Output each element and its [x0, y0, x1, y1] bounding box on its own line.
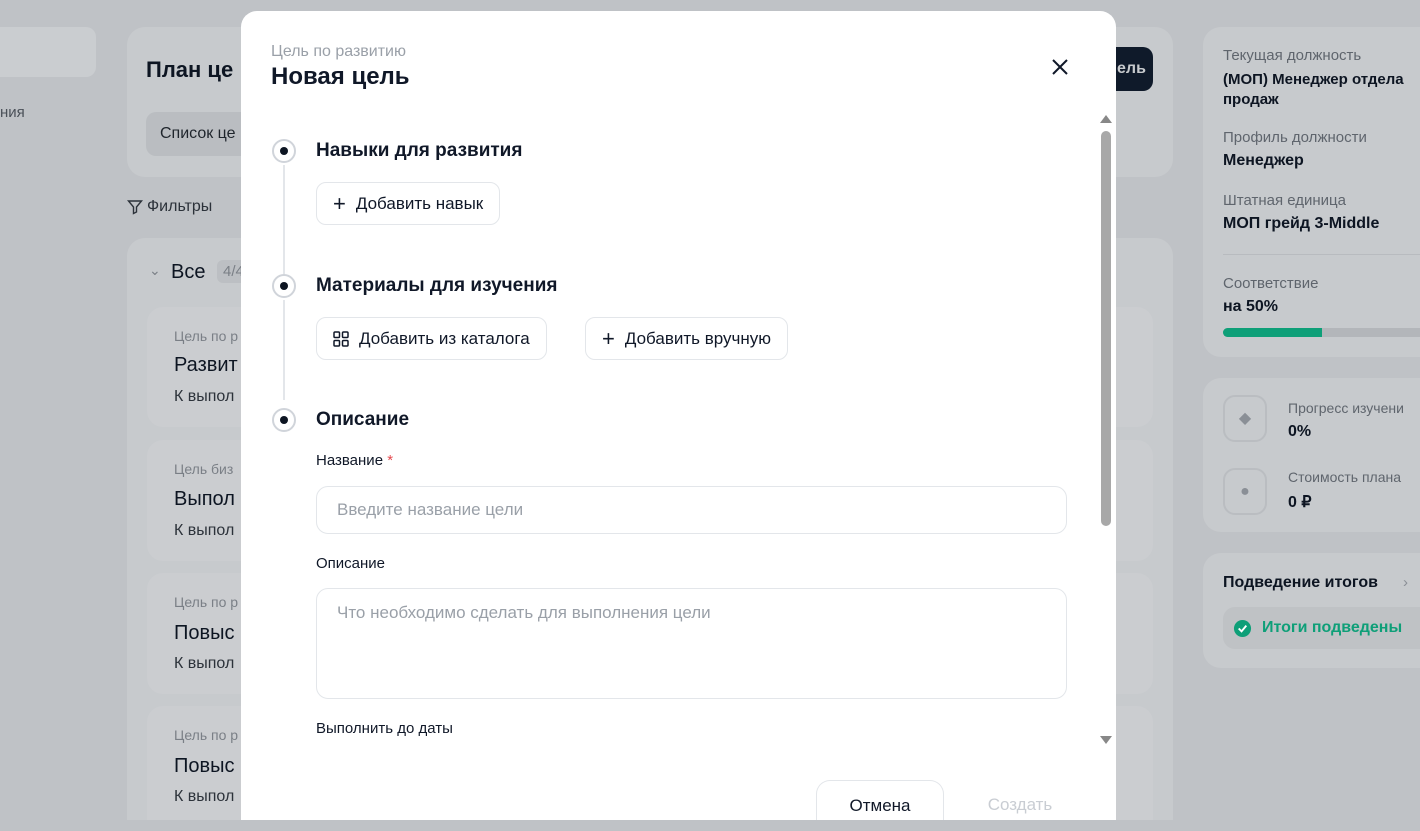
coins-icon: ● [1223, 468, 1267, 515]
add-from-catalog-button[interactable]: Добавить из каталога [316, 317, 547, 360]
name-label-text: Название [316, 452, 384, 469]
staff-unit-value: МОП грейд 3-Middle [1223, 215, 1380, 232]
summary-status-badge: Итоги подведены [1223, 607, 1420, 649]
scrollbar-thumb[interactable] [1101, 131, 1111, 526]
goal-kind: Цель по р [174, 328, 239, 344]
dialog-title: Новая цель [271, 63, 410, 90]
create-button[interactable]: Создать [961, 780, 1079, 820]
sidebar-item-label: ния [0, 104, 25, 121]
chevron-down-icon[interactable]: ⌄ [149, 262, 161, 279]
match-progress-bar [1223, 328, 1420, 337]
scroll-down-arrow[interactable] [1100, 736, 1112, 744]
step-heading-materials: Материалы для изучения [316, 275, 558, 296]
step-heading-description: Описание [316, 409, 410, 430]
match-label: Соответствие [1223, 275, 1319, 292]
goal-description-textarea[interactable]: Что необходимо сделать для выполнения це… [316, 588, 1067, 699]
new-goal-dialog: Цель по развитию Новая цель Навыки для р… [241, 11, 1116, 820]
add-from-catalog-label: Добавить из каталога [359, 328, 530, 348]
goal-title: Повыс [174, 755, 235, 777]
profile-value: Менеджер [1223, 152, 1304, 169]
step-connector [283, 165, 285, 275]
grid-icon [333, 330, 349, 347]
goal-title: Выпол [174, 488, 235, 510]
progress-label: Прогресс изучени [1288, 400, 1404, 416]
goal-status: К выпол [174, 522, 235, 539]
group-label: Все [171, 261, 206, 283]
cost-label: Стоимость плана [1288, 469, 1402, 485]
step-marker [272, 139, 296, 163]
cancel-button[interactable]: Отмена [816, 780, 944, 820]
goal-title: Развит [174, 354, 238, 376]
graduation-cap-icon: ◆ [1223, 395, 1267, 442]
step-marker [272, 408, 296, 432]
goal-title: Повыс [174, 622, 235, 644]
page-title: План це [146, 57, 234, 82]
name-label: Название * [316, 452, 393, 469]
summary-card[interactable]: Подведение итогов › Итоги подведены [1203, 553, 1420, 668]
goal-kind: Цель по р [174, 594, 239, 610]
add-skill-label: Добавить навык [355, 193, 484, 213]
position-card: Текущая должность (МОП) Менеджер отдела … [1203, 27, 1420, 357]
scrollbar[interactable] [1100, 111, 1112, 751]
summary-status-text: Итоги подведены [1262, 619, 1403, 636]
match-progress-fill [1223, 328, 1322, 337]
filters-button[interactable]: Фильтры [127, 198, 212, 216]
cost-value: 0 ₽ [1288, 494, 1312, 511]
scroll-up-arrow[interactable] [1100, 115, 1112, 123]
goal-kind: Цель биз [174, 461, 234, 477]
profile-label: Профиль должности [1223, 129, 1367, 146]
add-manually-label: Добавить вручную [624, 328, 772, 348]
close-icon[interactable] [1051, 58, 1069, 76]
step-heading-skills: Навыки для развития [316, 140, 523, 161]
goal-status: К выпол [174, 388, 235, 405]
required-mark: * [387, 452, 394, 469]
staff-unit-label: Штатная единица [1223, 192, 1346, 209]
add-manually-button[interactable]: + Добавить вручную [585, 317, 789, 360]
current-position-value: (МОП) Менеджер отдела продаж [1223, 71, 1404, 108]
goal-status: К выпол [174, 655, 235, 672]
stats-card: ◆ Прогресс изучени 0% ● Стоимость плана … [1203, 378, 1420, 532]
chevron-right-icon[interactable]: › [1403, 574, 1408, 591]
goal-kind: Цель по р [174, 727, 239, 743]
progress-value: 0% [1288, 423, 1312, 440]
divider [1223, 254, 1420, 255]
plus-icon: + [333, 190, 346, 216]
summary-title: Подведение итогов [1223, 574, 1378, 591]
filters-label: Фильтры [147, 198, 213, 215]
filter-icon [127, 200, 143, 215]
step-connector [283, 300, 285, 400]
add-skill-button[interactable]: + Добавить навык [316, 182, 501, 225]
match-value: на 50% [1223, 298, 1279, 315]
check-circle-icon [1233, 619, 1252, 637]
goal-name-input[interactable]: Введите название цели [316, 486, 1067, 534]
goal-status: К выпол [174, 788, 235, 805]
sidebar-active-item [0, 27, 96, 77]
description-label: Описание [316, 555, 386, 572]
plus-icon: + [602, 325, 615, 351]
due-date-label: Выполнить до даты [316, 720, 453, 737]
current-position-label: Текущая должность [1223, 47, 1362, 64]
step-marker [272, 274, 296, 298]
dialog-subtitle: Цель по развитию [271, 43, 406, 60]
